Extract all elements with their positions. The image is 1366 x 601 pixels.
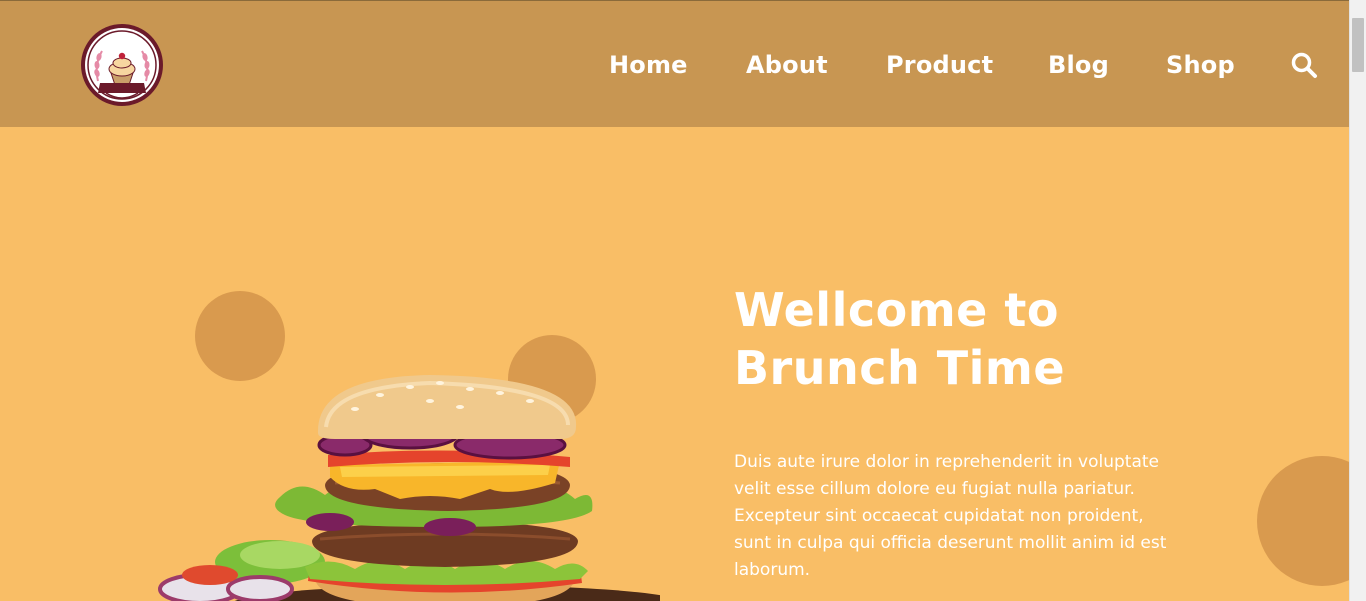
scrollbar-thumb[interactable] bbox=[1352, 18, 1364, 72]
nav-home[interactable]: Home bbox=[609, 45, 688, 85]
hero-title: Wellcome to Brunch Time bbox=[734, 281, 1254, 397]
hero-section: Wellcome to Brunch Time Duis aute irure … bbox=[0, 127, 1349, 601]
nav-blog[interactable]: Blog bbox=[1048, 45, 1109, 85]
logo-emblem-icon bbox=[81, 24, 163, 106]
decor-circle bbox=[1257, 456, 1349, 586]
page-scrollbar[interactable] bbox=[1349, 0, 1366, 601]
burger-image bbox=[158, 375, 660, 601]
hero-description: Duis aute irure dolor in reprehenderit i… bbox=[734, 452, 1167, 580]
nav-product[interactable]: Product bbox=[886, 45, 993, 85]
nav-about[interactable]: About bbox=[746, 45, 828, 85]
search-icon bbox=[1291, 52, 1317, 78]
nav-shop[interactable]: Shop bbox=[1166, 45, 1235, 85]
page-viewport: Home About Product Blog Shop Wellcome to… bbox=[0, 0, 1349, 601]
hero-title-line: Wellcome to bbox=[734, 283, 1059, 337]
search-button[interactable] bbox=[1290, 51, 1318, 79]
site-header: Home About Product Blog Shop bbox=[0, 0, 1349, 127]
bakery-logo[interactable] bbox=[80, 23, 164, 107]
hero-title-line: Brunch Time bbox=[734, 341, 1066, 395]
